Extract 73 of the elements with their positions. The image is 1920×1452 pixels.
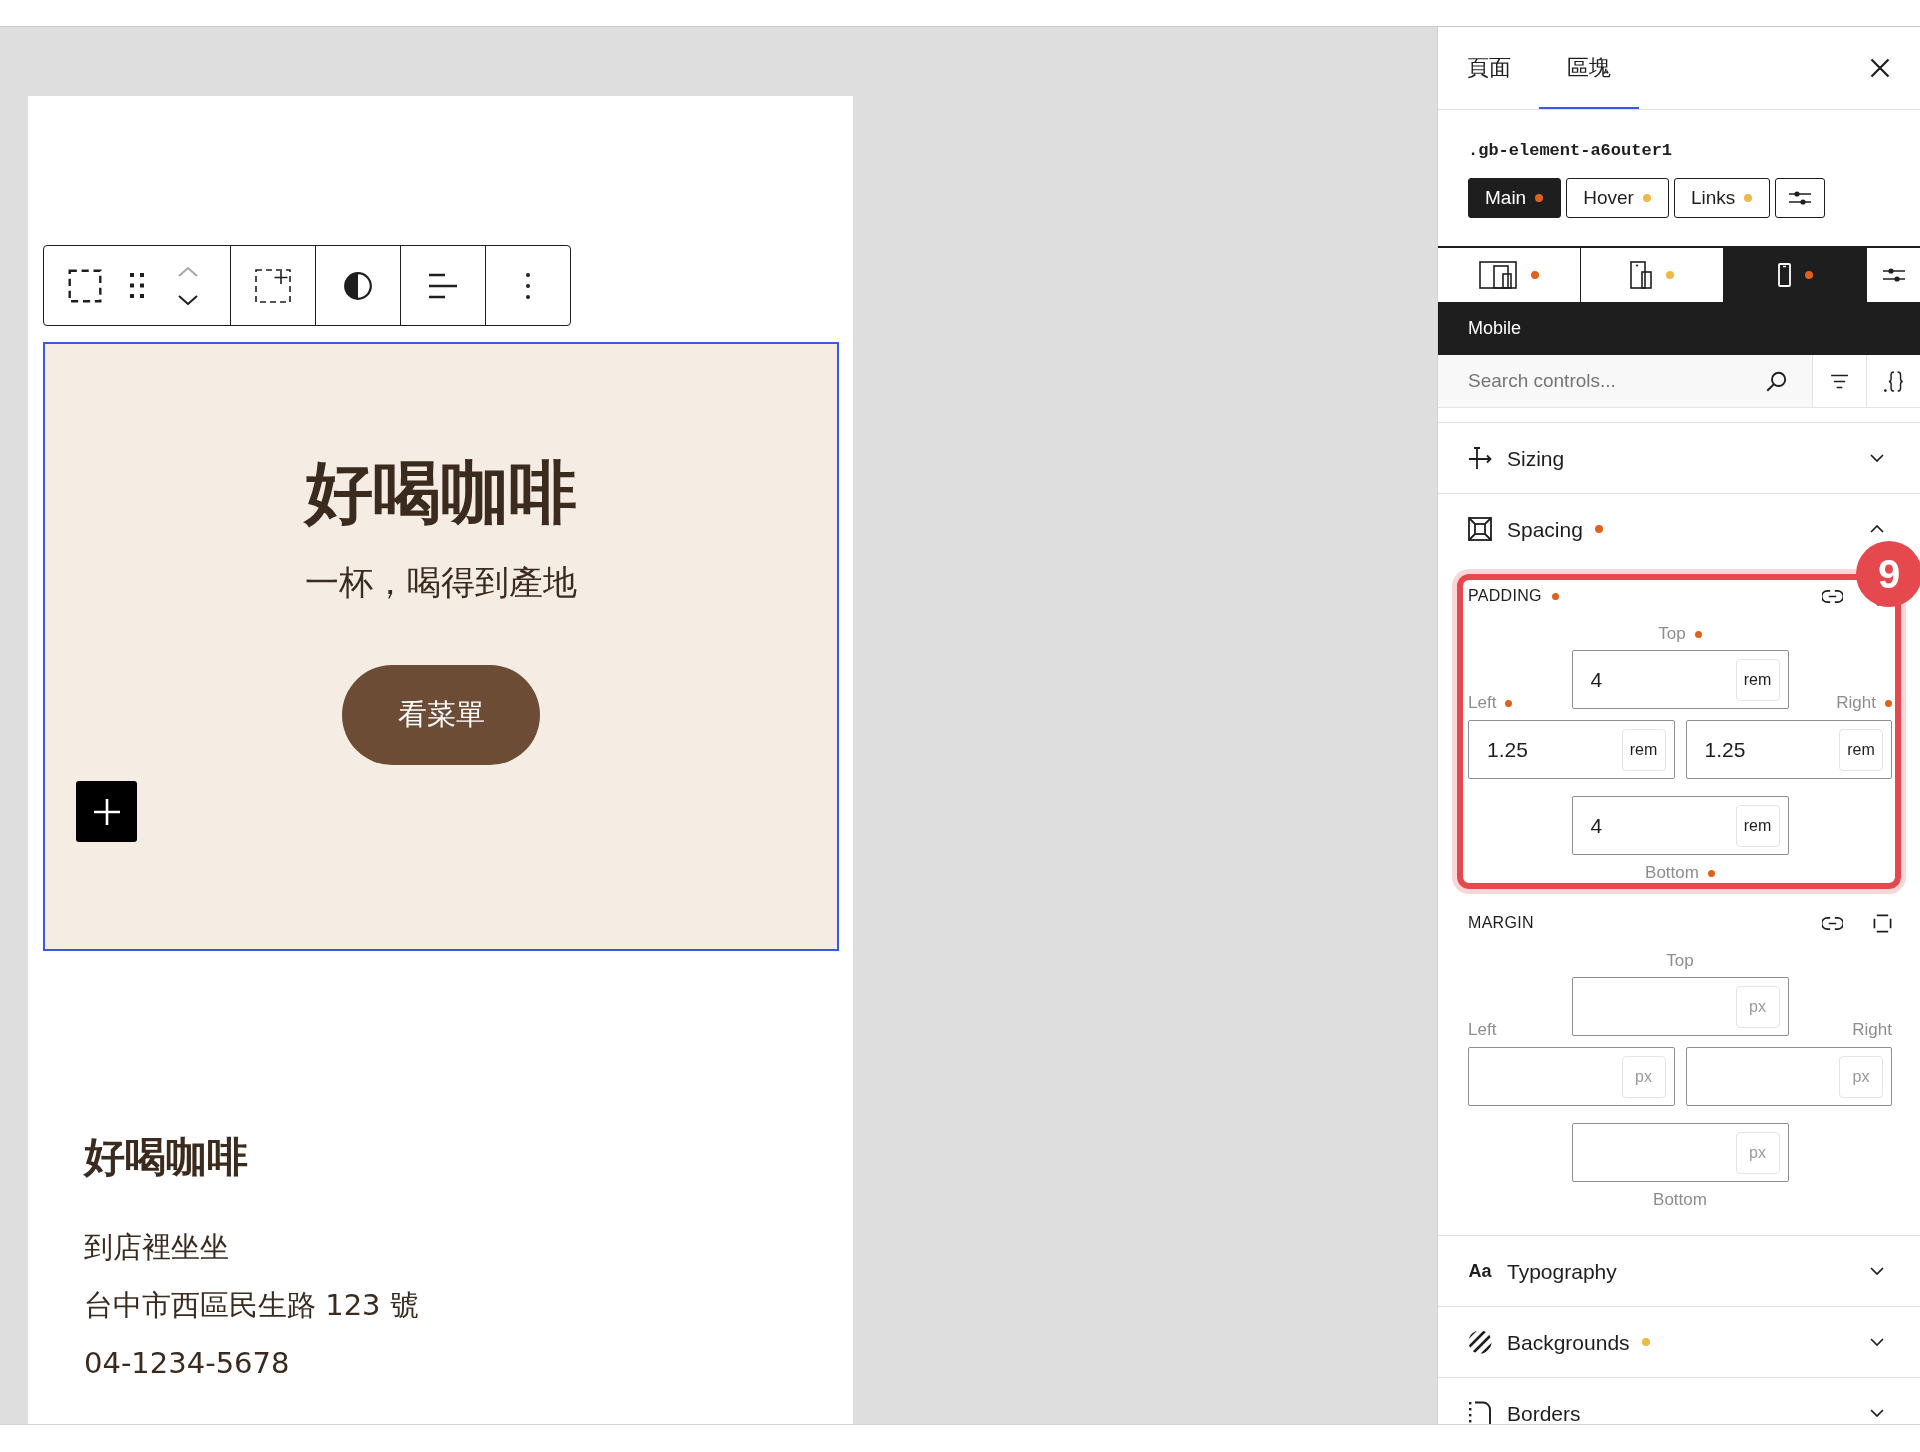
group-title: PADDING [1468, 587, 1542, 605]
chevron-up-icon [178, 266, 198, 277]
state-button[interactable]: Main [1468, 178, 1562, 218]
dashed-box-icon [1872, 913, 1892, 933]
unit-button[interactable]: rem [1839, 728, 1883, 771]
braces-icon [1883, 369, 1904, 393]
search-field[interactable]: Search controls... [1468, 363, 1756, 399]
chevron-down-icon [1870, 1409, 1884, 1417]
half-filled-circle-icon [344, 271, 372, 300]
phone-icon [1777, 263, 1791, 287]
css-selector: .gb-element-a6outer1 [1467, 140, 1674, 161]
section-heading: 好喝咖啡 [84, 1132, 249, 1182]
panel-header[interactable]: Backgrounds [1438, 1307, 1920, 1377]
info-line: 到店裡坐坐 [84, 1229, 230, 1266]
hero-subtitle: 一杯，喝得到產地 [305, 562, 577, 603]
add-block-button[interactable] [76, 781, 137, 842]
side-label: Left [1468, 1020, 1497, 1040]
side-label: Right [1852, 1020, 1892, 1040]
devices-icon [1479, 261, 1517, 289]
close-icon [1870, 58, 1890, 78]
sliders-icon [1882, 267, 1905, 283]
align-left-icon [429, 272, 457, 299]
spacing-box-icon [1468, 517, 1492, 541]
sidebar-tab[interactable]: 頁面 [1438, 27, 1539, 109]
plus-icon [93, 798, 120, 825]
side-label: Right [1836, 693, 1876, 713]
sliders-icon [1789, 190, 1812, 206]
drag-dots-icon [130, 273, 144, 298]
chevron-down-icon [1870, 454, 1884, 462]
menu-button[interactable]: 看菜單 [342, 665, 540, 765]
hero-title: 好喝咖啡 [305, 452, 577, 534]
search-bar[interactable]: Search controls... [1438, 355, 1812, 407]
side-label: Left [1468, 693, 1497, 713]
state-button[interactable]: Hover [1566, 178, 1669, 218]
side-label: Top [1658, 624, 1686, 644]
filter-icon [1831, 373, 1848, 389]
panel-header[interactable]: Sizing [1438, 423, 1920, 493]
chevron-down-icon [1870, 1267, 1884, 1275]
unit-button[interactable]: rem [1735, 658, 1780, 701]
value-input[interactable]: 4 rem [1571, 650, 1789, 709]
panel-header[interactable]: Borders [1438, 1378, 1920, 1424]
font-glyph-icon: Aa [1468, 1262, 1492, 1280]
link-icon [1821, 588, 1843, 604]
value-input[interactable]: 1.25 rem [1468, 720, 1675, 779]
chevron-up-icon [1870, 525, 1884, 533]
link-icon [1821, 915, 1843, 931]
step-badge: 9 [1856, 541, 1920, 607]
chevron-down-icon [178, 294, 198, 305]
state-options-button[interactable] [1775, 178, 1826, 218]
device-tab[interactable] [1724, 248, 1867, 302]
info-line: 台中市西區民生路 123 號 [84, 1287, 420, 1324]
side-label: Bottom [1645, 863, 1699, 883]
device-label: Mobile [1468, 318, 1522, 339]
border-corner-icon [1468, 1401, 1492, 1424]
dashed-square-plus-icon [255, 268, 291, 303]
cover-block[interactable]: 好喝咖啡 一杯，喝得到產地 看菜單 [43, 342, 839, 951]
info-line: 04-1234-5678 [84, 1345, 291, 1382]
sidebar-tab[interactable]: 區塊 [1539, 27, 1639, 109]
more-vertical-icon [526, 272, 530, 299]
search-icon [1766, 370, 1787, 392]
value-input[interactable]: 1.25 rem [1685, 720, 1892, 779]
resize-arrows-icon [1468, 446, 1492, 470]
group-title: MARGIN [1468, 914, 1534, 932]
state-button[interactable]: Links [1673, 178, 1771, 218]
value-input[interactable]: 4 rem [1571, 796, 1789, 855]
chevron-down-icon [1870, 1338, 1884, 1346]
dashed-square-icon [68, 268, 102, 303]
unit-button[interactable]: rem [1735, 804, 1780, 847]
unit-button[interactable]: rem [1621, 728, 1666, 771]
tablet-phone-icon [1630, 261, 1652, 289]
side-label: Bottom [1653, 1190, 1707, 1210]
panel-header[interactable]: Aa Typography [1438, 1236, 1920, 1306]
side-label: Top [1666, 951, 1694, 971]
